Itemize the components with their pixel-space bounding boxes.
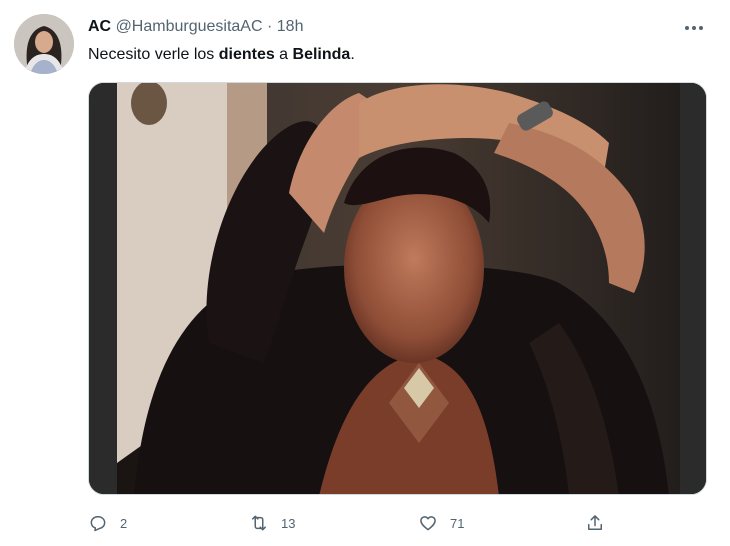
separator-dot: ·	[266, 18, 273, 35]
more-options-button[interactable]	[679, 16, 709, 40]
tweet-media-image[interactable]	[88, 82, 707, 495]
tweet-text-bold: Belinda	[292, 46, 351, 63]
tweet-text-part: a	[274, 46, 293, 63]
reply-icon	[90, 516, 106, 532]
retweet-icon	[252, 515, 266, 531]
reply-button[interactable]: 2	[88, 508, 127, 538]
tweet-actions: 2 13 71	[88, 508, 708, 538]
reply-count: 2	[120, 515, 128, 531]
author-name[interactable]: AC	[88, 18, 111, 35]
retweet-button[interactable]: 13	[249, 508, 295, 538]
tweet-text: Necesito verle los dientes a Belinda.	[88, 44, 355, 66]
like-button[interactable]: 71	[418, 508, 464, 538]
tweet-time[interactable]: 18h	[277, 18, 304, 35]
more-icon	[685, 26, 703, 30]
share-button[interactable]	[585, 508, 605, 538]
tweet-text-part: .	[350, 46, 355, 63]
tweet-header: AC @HamburguesitaAC · 18h	[88, 16, 303, 38]
heart-icon	[420, 516, 436, 531]
avatar[interactable]	[14, 14, 74, 74]
share-icon	[588, 515, 602, 530]
like-count: 71	[450, 515, 465, 531]
retweet-count: 13	[281, 515, 296, 531]
tweet: AC @HamburguesitaAC · 18h Necesito verle…	[0, 0, 730, 546]
tweet-text-part: Necesito verle los	[88, 46, 219, 63]
author-handle[interactable]: @HamburguesitaAC	[116, 18, 263, 35]
tweet-text-bold: dientes	[218, 46, 275, 63]
